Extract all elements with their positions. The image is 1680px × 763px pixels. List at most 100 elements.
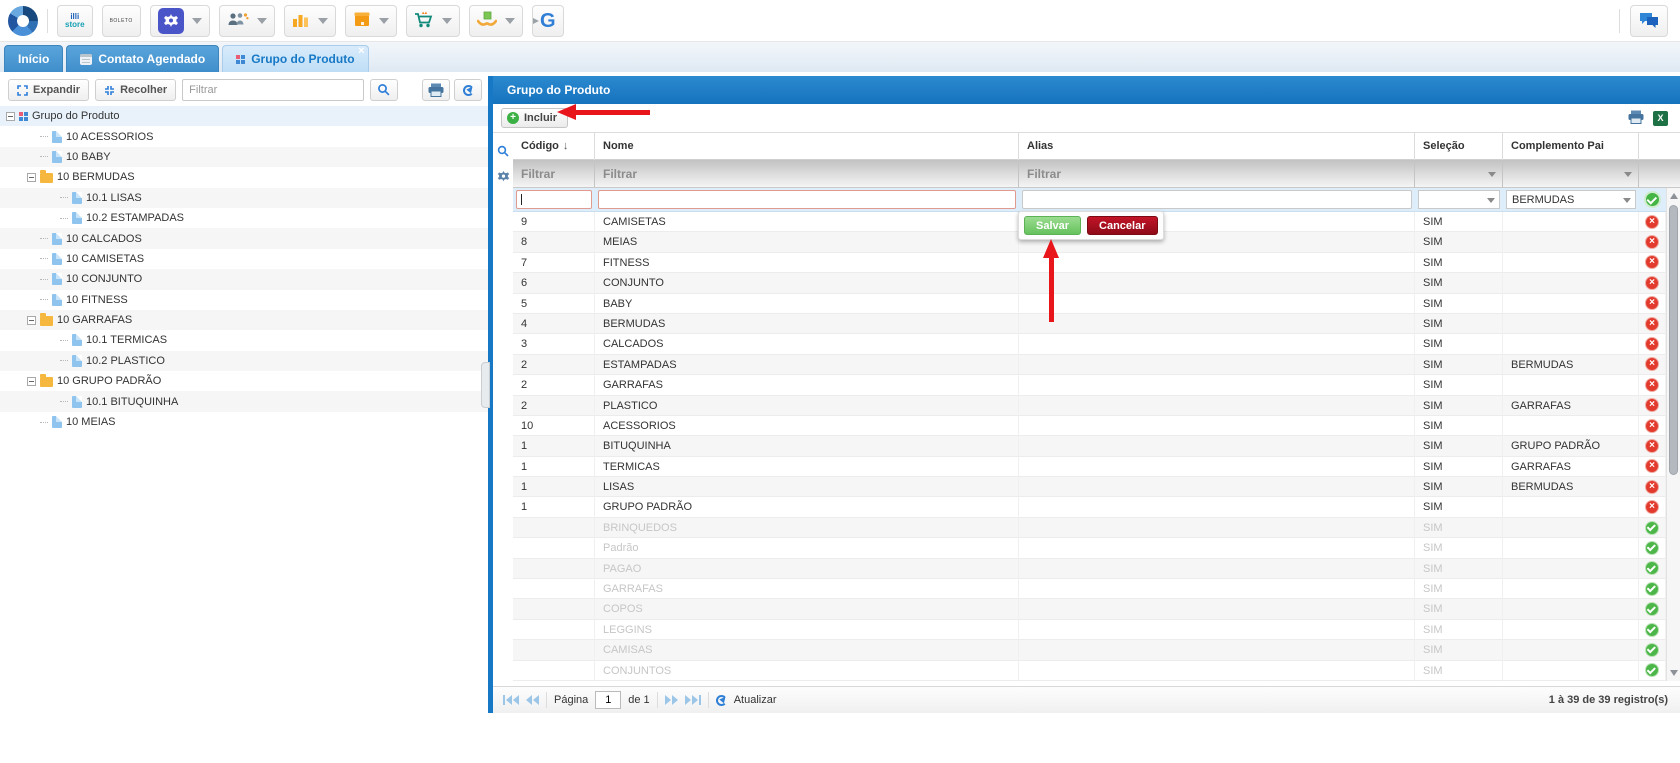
splitter-collapse-handle[interactable] <box>481 362 490 408</box>
restore-row-icon[interactable] <box>1645 582 1659 596</box>
last-page-button[interactable] <box>685 695 701 705</box>
next-page-button[interactable] <box>665 695 678 705</box>
table-row[interactable]: 1 LISAS SIM BERMUDAS <box>513 477 1680 497</box>
delete-row-icon[interactable] <box>1645 500 1659 514</box>
table-row[interactable]: 4 BERMUDAS SIM <box>513 314 1680 334</box>
tree-item[interactable]: 10 CAMISETAS <box>0 249 488 269</box>
delete-row-icon[interactable] <box>1645 419 1659 433</box>
scroll-up-icon[interactable] <box>1670 193 1678 199</box>
table-row[interactable]: 2 PLASTICO SIM GARRAFAS <box>513 396 1680 416</box>
table-row[interactable]: 2 GARRAFAS SIM <box>513 375 1680 395</box>
chat-button[interactable] <box>1630 5 1668 37</box>
table-row[interactable]: CAMISAS SIM <box>513 640 1680 660</box>
edit-alias-input[interactable] <box>1022 190 1412 209</box>
vertical-scrollbar[interactable] <box>1666 188 1680 681</box>
tree-item[interactable]: 10 MEIAS <box>0 412 488 432</box>
table-row[interactable]: 2 ESTAMPADAS SIM BERMUDAS <box>513 355 1680 375</box>
column-header-complemento-pai[interactable]: Complemento Pai <box>1503 133 1639 160</box>
table-row[interactable]: 7 FITNESS SIM <box>513 253 1680 273</box>
reports-menu-button[interactable] <box>284 5 336 37</box>
delete-row-icon[interactable] <box>1645 480 1659 494</box>
filter-nome[interactable]: Filtrar <box>595 160 1019 188</box>
tab-inicio[interactable]: Início <box>4 45 63 72</box>
tree-refresh-button[interactable] <box>454 79 482 101</box>
delete-row-icon[interactable] <box>1645 235 1659 249</box>
tree-expander-icon[interactable] <box>27 316 36 325</box>
boleto-button[interactable]: BOLETO <box>102 5 141 37</box>
tree-item[interactable]: 10.1 TERMICAS <box>0 330 488 350</box>
filter-selecao[interactable] <box>1415 160 1503 188</box>
page-number-input[interactable] <box>595 691 621 709</box>
tree-expander-icon[interactable] <box>27 173 36 182</box>
tree-item[interactable]: 10.2 PLASTICO <box>0 351 488 371</box>
sales-menu-button[interactable] <box>406 5 460 37</box>
tree-item[interactable]: 10.2 ESTAMPADAS <box>0 208 488 228</box>
confirm-check-icon[interactable] <box>1644 191 1661 208</box>
tree-item[interactable]: 10.1 BITUQUINHA <box>0 391 488 411</box>
edit-selecao-select[interactable] <box>1418 190 1500 209</box>
column-header-nome[interactable]: Nome <box>595 133 1019 160</box>
products-menu-button[interactable] <box>345 5 397 37</box>
restore-row-icon[interactable] <box>1645 643 1659 657</box>
restore-row-icon[interactable] <box>1645 623 1659 637</box>
tree-filter-input[interactable] <box>182 79 364 101</box>
grid-settings-icon[interactable] <box>497 170 510 186</box>
stock-menu-button[interactable] <box>469 5 523 37</box>
table-row[interactable]: 10 ACESSORIOS SIM <box>513 416 1680 436</box>
tree-print-button[interactable] <box>422 79 450 101</box>
table-row[interactable]: 6 CONJUNTO SIM <box>513 273 1680 293</box>
table-row[interactable]: GARRAFAS SIM <box>513 579 1680 599</box>
table-row[interactable]: BRINQUEDOS SIM <box>513 518 1680 538</box>
table-row[interactable]: LEGGINS SIM <box>513 620 1680 640</box>
expand-all-button[interactable]: Expandir <box>8 79 89 101</box>
tree-item[interactable]: 10 GRUPO PADRÃO <box>0 371 488 391</box>
tree-expander-icon[interactable] <box>6 112 15 121</box>
restore-row-icon[interactable] <box>1645 663 1659 677</box>
table-row[interactable]: 3 CALCADOS SIM <box>513 334 1680 354</box>
previous-page-button[interactable] <box>526 695 539 705</box>
customers-menu-button[interactable] <box>219 5 275 37</box>
delete-row-icon[interactable] <box>1645 215 1659 229</box>
column-header-codigo[interactable]: Código↓ <box>513 133 595 160</box>
scroll-down-icon[interactable] <box>1670 670 1678 676</box>
tab-grupo-do-produto[interactable]: Grupo do Produto × <box>222 45 368 72</box>
tree-item[interactable]: 10 BERMUDAS <box>0 167 488 187</box>
table-row[interactable]: 1 GRUPO PADRÃO SIM <box>513 497 1680 517</box>
delete-row-icon[interactable] <box>1645 398 1659 412</box>
tree-item[interactable]: 10.1 LISAS <box>0 188 488 208</box>
tree-item[interactable]: 10 FITNESS <box>0 290 488 310</box>
delete-row-icon[interactable] <box>1645 296 1659 310</box>
restore-row-icon[interactable] <box>1645 561 1659 575</box>
filter-codigo[interactable]: Filtrar <box>513 160 595 188</box>
grid-search-icon[interactable] <box>497 145 510 161</box>
edit-codigo-input[interactable] <box>516 190 592 209</box>
tree-item[interactable]: 10 BABY <box>0 147 488 167</box>
tree-expander-icon[interactable] <box>27 377 36 386</box>
table-row[interactable]: PAGAO SIM <box>513 559 1680 579</box>
grid-print-button[interactable] <box>1628 110 1644 127</box>
edit-nome-input[interactable] <box>598 190 1016 209</box>
tree-item[interactable]: 10 ACESSORIOS <box>0 126 488 146</box>
table-row[interactable]: Padrão SIM <box>513 538 1680 558</box>
filter-complemento-pai[interactable] <box>1503 160 1639 188</box>
restore-row-icon[interactable] <box>1645 602 1659 616</box>
sync-button[interactable]: G <box>532 5 564 37</box>
close-icon[interactable]: × <box>358 46 364 57</box>
cancel-button[interactable]: Cancelar <box>1087 216 1157 235</box>
tree-item[interactable]: 10 CALCADOS <box>0 228 488 248</box>
refresh-button[interactable]: Atualizar <box>734 694 777 706</box>
delete-row-icon[interactable] <box>1645 439 1659 453</box>
delete-row-icon[interactable] <box>1645 337 1659 351</box>
restore-row-icon[interactable] <box>1645 521 1659 535</box>
delete-row-icon[interactable] <box>1645 357 1659 371</box>
table-row[interactable]: 5 BABY SIM <box>513 294 1680 314</box>
delete-row-icon[interactable] <box>1645 317 1659 331</box>
excel-export-button[interactable] <box>1653 111 1668 126</box>
delete-row-icon[interactable] <box>1645 378 1659 392</box>
table-row[interactable]: 1 BITUQUINHA SIM GRUPO PADRÃO <box>513 436 1680 456</box>
tree-search-button[interactable] <box>370 79 398 101</box>
tree-item[interactable]: 10 CONJUNTO <box>0 269 488 289</box>
illi-store-button[interactable]: illi store <box>57 5 93 37</box>
column-header-alias[interactable]: Alias <box>1019 133 1415 160</box>
scrollbar-thumb[interactable] <box>1669 205 1678 475</box>
